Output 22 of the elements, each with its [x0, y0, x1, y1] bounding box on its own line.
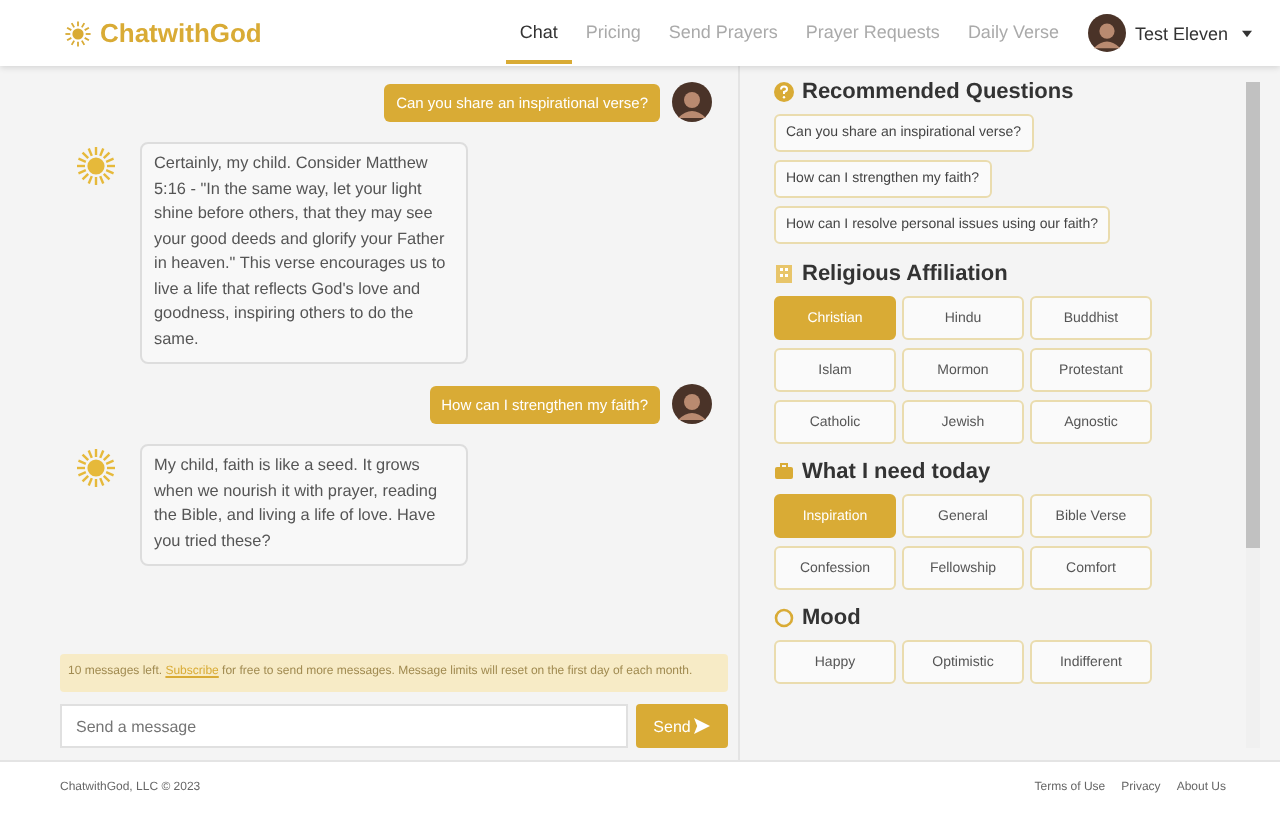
section-heading: Religious Affiliation [802, 262, 1008, 286]
bot-message: My child, faith is like a seed. It grows when we nourish it with prayer, reading the Bible, and living a life of love. Have you tried these? [140, 444, 468, 566]
question-icon [774, 82, 794, 102]
message-input[interactable]: Send a message [60, 704, 628, 748]
sun-icon [76, 146, 116, 186]
nav-link[interactable]: Chat [505, 3, 572, 63]
section-heading: What I need today [802, 460, 991, 484]
avatar[interactable] [1088, 14, 1127, 52]
caret-icon[interactable] [1242, 29, 1252, 37]
briefcase-icon [774, 462, 794, 482]
user-name[interactable]: Test Eleven [1134, 23, 1228, 43]
sun-icon [76, 448, 116, 488]
circle-icon [774, 608, 794, 628]
section-heading: Recommended Questions [802, 80, 1074, 104]
avatar [672, 384, 712, 424]
avatar [672, 82, 712, 122]
section-heading: Mood [802, 606, 861, 630]
send-icon [694, 718, 711, 734]
bot-message: Certainly, my child. Consider Matthew 5:16 - "In the same way, let your light shine before others, that they may see your good deeds and glorify your Father in heaven." This verse encourages us to live a life that reflects God's love and goodness, inspiring others to do the same. [140, 142, 468, 364]
scrollbar[interactable] [1246, 82, 1260, 748]
sun-icon [64, 19, 92, 47]
building-icon [774, 264, 794, 284]
